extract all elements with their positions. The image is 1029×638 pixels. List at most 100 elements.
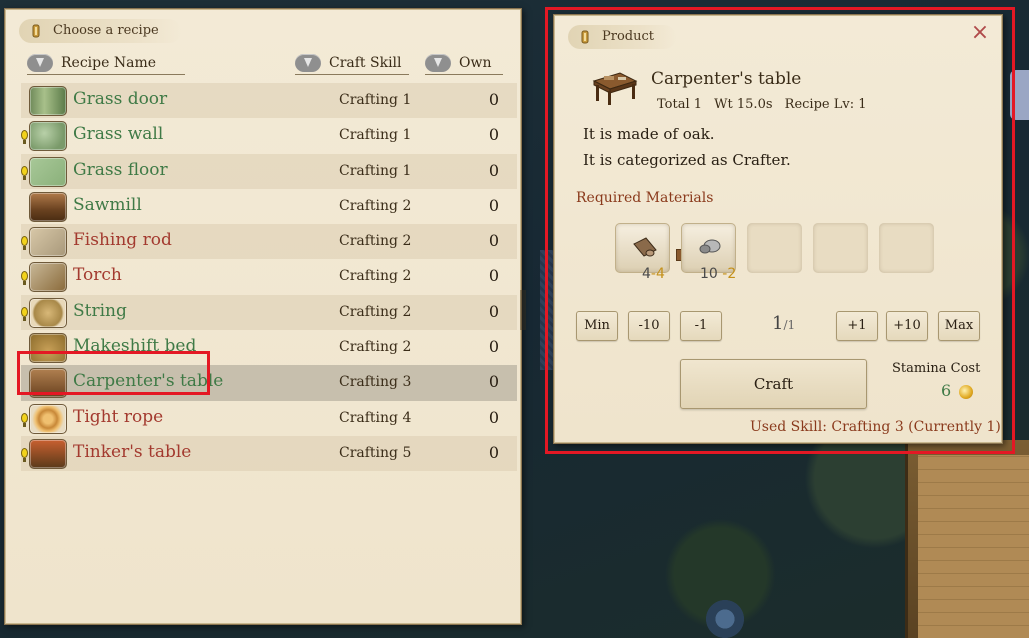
hint-lightbulb-icon (21, 412, 28, 427)
recipe-own-count: 0 (488, 301, 499, 321)
stamina-cost-value: 6 (941, 381, 952, 400)
stone-icon (699, 239, 721, 254)
building-edge (1010, 70, 1029, 120)
product-description-line: It is categorized as Crafter. (583, 151, 791, 169)
qty-plus1-button[interactable]: +1 (836, 311, 878, 341)
recipe-row[interactable]: Makeshift bed Crafting 2 0 (21, 330, 517, 365)
panel-resize-handle[interactable] (520, 290, 526, 330)
recipe-name: Fishing rod (73, 230, 172, 251)
tight-rope-icon (29, 403, 67, 434)
qty-minus10-button[interactable]: -10 (628, 311, 670, 341)
scroll-icon (581, 30, 589, 44)
column-header-name[interactable]: Recipe Name (27, 51, 185, 75)
hint-lightbulb-icon (21, 271, 28, 286)
sawmill-icon (29, 191, 67, 222)
hint-lightbulb-icon (21, 130, 28, 145)
recipe-name: Sawmill (73, 194, 142, 215)
recipe-row[interactable]: Grass floor Crafting 1 0 (21, 153, 517, 189)
recipe-row[interactable]: String Crafting 2 0 (21, 294, 517, 331)
product-panel-title: Product (602, 29, 654, 44)
hint-lightbulb-icon (21, 306, 28, 321)
hint-lightbulb-icon (21, 236, 28, 251)
product-name: Carpenter's table (651, 69, 802, 89)
recipe-skill: Crafting 1 (339, 127, 412, 144)
recipe-row[interactable]: Grass door Crafting 1 0 (21, 83, 517, 119)
recipe-row[interactable]: Grass wall Crafting 1 0 (21, 118, 517, 153)
product-panel: Product × Carpenter's table Total 1 Wt 1… (553, 14, 1003, 444)
recipe-name: Tight rope (73, 406, 164, 427)
stamina-cost-label: Stamina Cost (892, 361, 981, 376)
material-slot-empty (813, 223, 868, 273)
column-header-own[interactable]: Own (425, 51, 503, 75)
product-weight: Wt 15.0s (714, 97, 773, 112)
column-header-name-label: Recipe Name (61, 55, 156, 71)
recipe-row[interactable]: Torch Crafting 2 0 (21, 259, 517, 294)
qty-max: /1 (783, 318, 796, 332)
product-description-line: It is made of oak. (583, 125, 715, 143)
recipe-skill: Crafting 2 (339, 233, 412, 250)
makeshift-bed-icon (29, 333, 67, 364)
hint-lightbulb-icon (21, 165, 28, 180)
material-have: 4 (642, 266, 651, 282)
plant-decoration (700, 600, 750, 638)
material-slot-empty (879, 223, 934, 273)
recipe-name: String (73, 300, 127, 321)
recipe-panel: Choose a recipe Recipe Name Craft Skill … (4, 8, 522, 625)
qty-minus1-button[interactable]: -1 (680, 311, 722, 341)
wooden-planks (918, 455, 1029, 638)
recipe-name: Carpenter's table (73, 371, 224, 392)
recipe-list: Grass door Crafting 1 0 Grass wall Crafting … (21, 83, 517, 472)
recipe-own-count: 0 (488, 195, 499, 215)
recipe-row[interactable]: Sawmill Crafting 2 0 (21, 189, 517, 224)
recipe-skill: Crafting 2 (339, 197, 412, 214)
recipe-own-count: 0 (488, 231, 499, 251)
recipe-row[interactable]: Carpenter's table Crafting 3 0 (21, 365, 517, 401)
product-recipe-level: Recipe Lv: 1 (784, 97, 867, 112)
stamina-icon (959, 385, 973, 399)
product-total: Total 1 (657, 97, 703, 112)
material-need: -4 (650, 266, 665, 282)
recipe-panel-title: Choose a recipe (53, 23, 159, 38)
recipe-own-count: 0 (488, 125, 499, 145)
qty-value: 1/1 (772, 313, 795, 334)
grass-floor-icon (29, 156, 67, 187)
column-header-skill[interactable]: Craft Skill (295, 51, 409, 75)
recipe-row[interactable]: Fishing rod Crafting 2 0 (21, 224, 517, 260)
recipe-row[interactable]: Tinker's table Crafting 5 0 (21, 435, 517, 472)
recipe-own-count: 0 (488, 407, 499, 427)
material-have: 10 (700, 266, 718, 282)
qty-max-button[interactable]: Max (938, 311, 980, 341)
recipe-own-count: 0 (488, 337, 499, 357)
carpenters-table-icon (29, 368, 67, 399)
sort-own-button[interactable] (425, 54, 451, 72)
scroll-icon (32, 24, 40, 38)
carpenters-table-icon (592, 72, 638, 105)
recipe-own-count: 0 (488, 160, 499, 180)
recipe-skill: Crafting 2 (339, 303, 412, 320)
material-count: 10 -2 (700, 266, 736, 282)
product-panel-tab: Product (568, 25, 676, 49)
recipe-skill: Crafting 2 (339, 339, 412, 356)
required-materials-label: Required Materials (576, 190, 714, 206)
sort-skill-button[interactable] (295, 54, 321, 72)
recipe-name: Grass door (73, 89, 168, 109)
recipe-skill: Crafting 2 (339, 268, 412, 285)
recipe-name: Grass floor (73, 159, 168, 180)
column-header-skill-label: Craft Skill (329, 55, 402, 71)
recipe-own-count: 0 (488, 266, 499, 286)
product-meta: Total 1 Wt 15.0s Recipe Lv: 1 (657, 97, 874, 112)
recipe-row[interactable]: Tight rope Crafting 4 0 (21, 401, 517, 436)
qty-min-button[interactable]: Min (576, 311, 618, 341)
close-button[interactable]: × (970, 22, 990, 44)
recipe-name: Tinker's table (73, 441, 192, 462)
recipe-own-count: 0 (488, 90, 499, 109)
material-count: 4-4 (642, 266, 665, 282)
recipe-skill: Crafting 5 (339, 444, 412, 461)
sort-name-button[interactable] (27, 54, 53, 72)
qty-plus10-button[interactable]: +10 (886, 311, 928, 341)
qty-current: 1 (772, 313, 784, 334)
craft-button[interactable]: Craft (680, 359, 867, 409)
column-header-own-label: Own (459, 55, 492, 71)
recipe-own-count: 0 (488, 442, 499, 462)
hint-lightbulb-icon (21, 447, 28, 462)
